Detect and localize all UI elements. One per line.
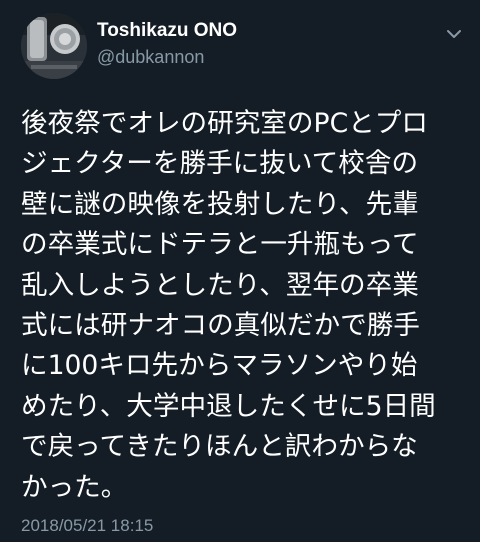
author-handle[interactable]: @dubkannon [97, 46, 204, 68]
tweet-text-line: 乱入しようとしたり、翌年の卒業 [21, 269, 419, 301]
tweet-card: Toshikazu ONO @dubkannon 後夜祭でオレの研究室のPCとプ… [0, 0, 480, 542]
tweet-text: 後夜祭でオレの研究室のPCとプロ ジェクターを勝手に抜いて校舎の 壁に謎の映像を… [21, 104, 461, 508]
author-name[interactable]: Toshikazu ONO [97, 20, 237, 42]
tweet-text-line: で戻ってきたりほんと訳わからな [21, 431, 418, 463]
tweet-text-line: 壁に謎の映像を投射したり、先輩 [21, 188, 419, 220]
tweet-text-line: めたり、大学中退したくせに5日間 [21, 390, 436, 422]
tweet-timestamp[interactable]: 2018/05/21 18:15 [21, 515, 153, 537]
tweet-text-line: に100キロ先からマラソンやり始 [21, 350, 418, 382]
avatar-image [21, 13, 87, 79]
tweet-text-line: ジェクターを勝手に抜いて校舎の [21, 148, 419, 180]
tweet-text-line: の卒業式にドテラと一升瓶もって [21, 229, 419, 261]
tweet-text-line: 後夜祭でオレの研究室のPCとプロ [21, 108, 428, 139]
avatar[interactable] [21, 13, 87, 79]
chevron-down-icon[interactable] [444, 26, 464, 42]
tweet-text-line: かった。 [21, 471, 128, 503]
tweet-text-line: 式には研ナオコの真似だかで勝手 [21, 309, 420, 341]
